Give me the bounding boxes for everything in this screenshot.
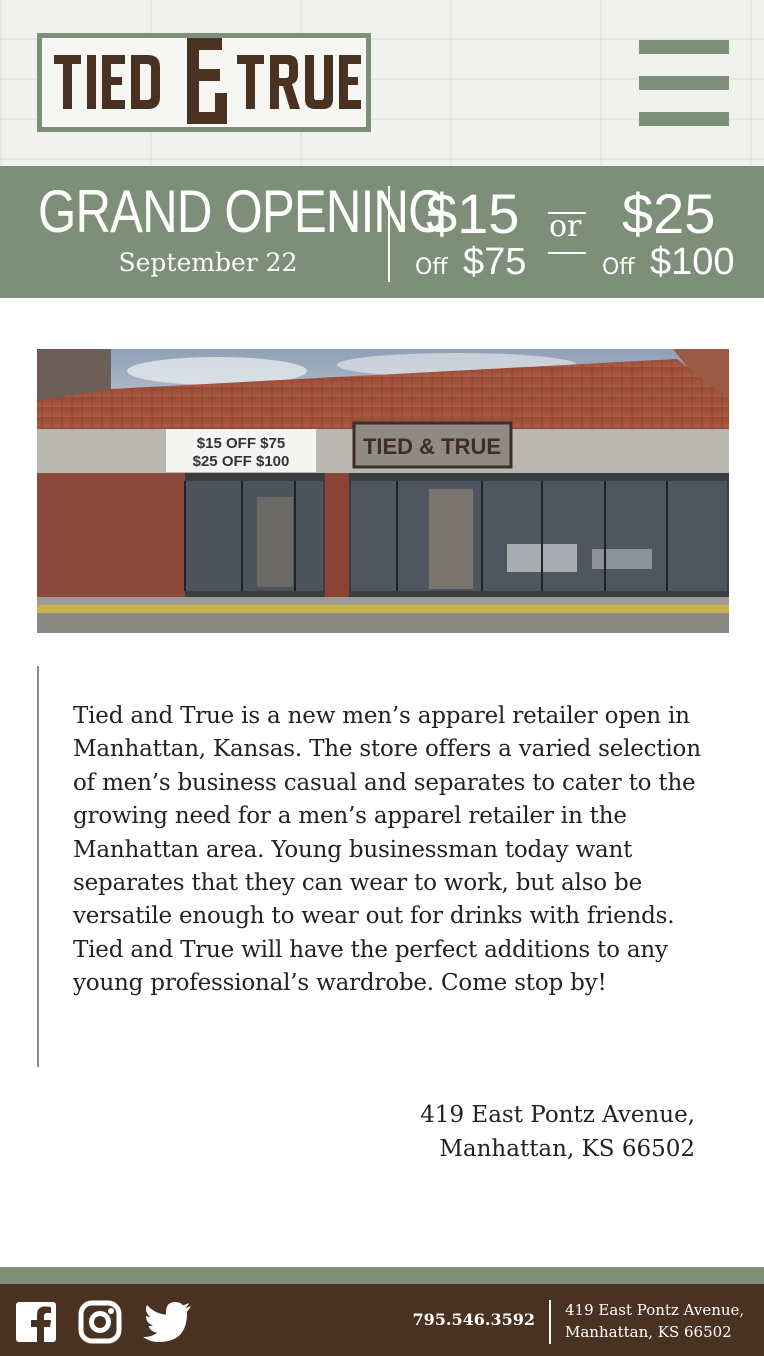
facebook-icon-glyph — [16, 1302, 56, 1344]
banner-date: September 22 — [118, 248, 298, 277]
or-label: or — [549, 209, 582, 244]
address-line-2: Manhattan, KS 66502 — [439, 1135, 695, 1162]
site-header — [0, 0, 764, 166]
offer-2-threshold: $100 — [650, 241, 735, 283]
store-address: 419 East Pontz Avenue, Manhattan, KS 665… — [420, 1099, 695, 1166]
store-sign-text: TIED & TRUE — [363, 434, 501, 459]
storefront-illustration: $15 OFF $75 $25 OFF $100 TIED & TRUE — [37, 349, 729, 633]
menu-bar — [639, 76, 729, 90]
promo-sign-line-1: $15 OFF $75 — [197, 435, 285, 452]
tied-and-true-logo[interactable] — [37, 33, 371, 132]
menu-bar — [639, 112, 729, 126]
facebook-icon[interactable] — [14, 1300, 62, 1344]
or-line-bottom — [548, 252, 586, 254]
footer-address-line-2: Manhattan, KS 66502 — [565, 1323, 732, 1341]
promo-sign-line-2: $25 OFF $100 — [193, 453, 290, 470]
offer-2-amount: $25 — [622, 182, 716, 245]
description-accent-bar — [37, 666, 39, 1067]
logo-wordmark — [54, 38, 361, 124]
site-footer: 795.546.3592 419 East Pontz Avenue, Manh… — [0, 1284, 764, 1356]
address-line-1: 419 East Pontz Avenue, — [420, 1102, 695, 1128]
hamburger-menu-icon[interactable] — [639, 40, 729, 126]
offer-2-off-label: Off — [602, 255, 635, 280]
offer-1-off-label: Off — [415, 255, 448, 280]
footer-divider — [549, 1300, 551, 1344]
menu-bar — [639, 40, 729, 54]
twitter-icon[interactable] — [142, 1300, 191, 1344]
twitter-icon-glyph — [143, 1302, 191, 1342]
footer-address: 419 East Pontz Avenue, Manhattan, KS 665… — [565, 1299, 744, 1343]
instagram-icon[interactable] — [78, 1300, 126, 1344]
footer-accent-strip — [0, 1267, 764, 1284]
grand-opening-banner: GRAND OPENING September 22 $15 Off $75 o… — [0, 166, 764, 298]
offer-1-amount: $15 — [426, 182, 520, 245]
instagram-icon-glyph — [78, 1300, 122, 1344]
banner-divider — [388, 186, 390, 282]
offer-1-threshold: $75 — [463, 241, 527, 283]
banner-title: GRAND OPENING — [38, 178, 446, 245]
phone-number[interactable]: 795.546.3592 — [413, 1308, 535, 1332]
footer-address-line-1: 419 East Pontz Avenue, — [565, 1301, 745, 1319]
store-description: Tied and True is a new men’s apparel ret… — [73, 703, 701, 997]
storefront-photo: $15 OFF $75 $25 OFF $100 TIED & TRUE — [37, 349, 729, 633]
